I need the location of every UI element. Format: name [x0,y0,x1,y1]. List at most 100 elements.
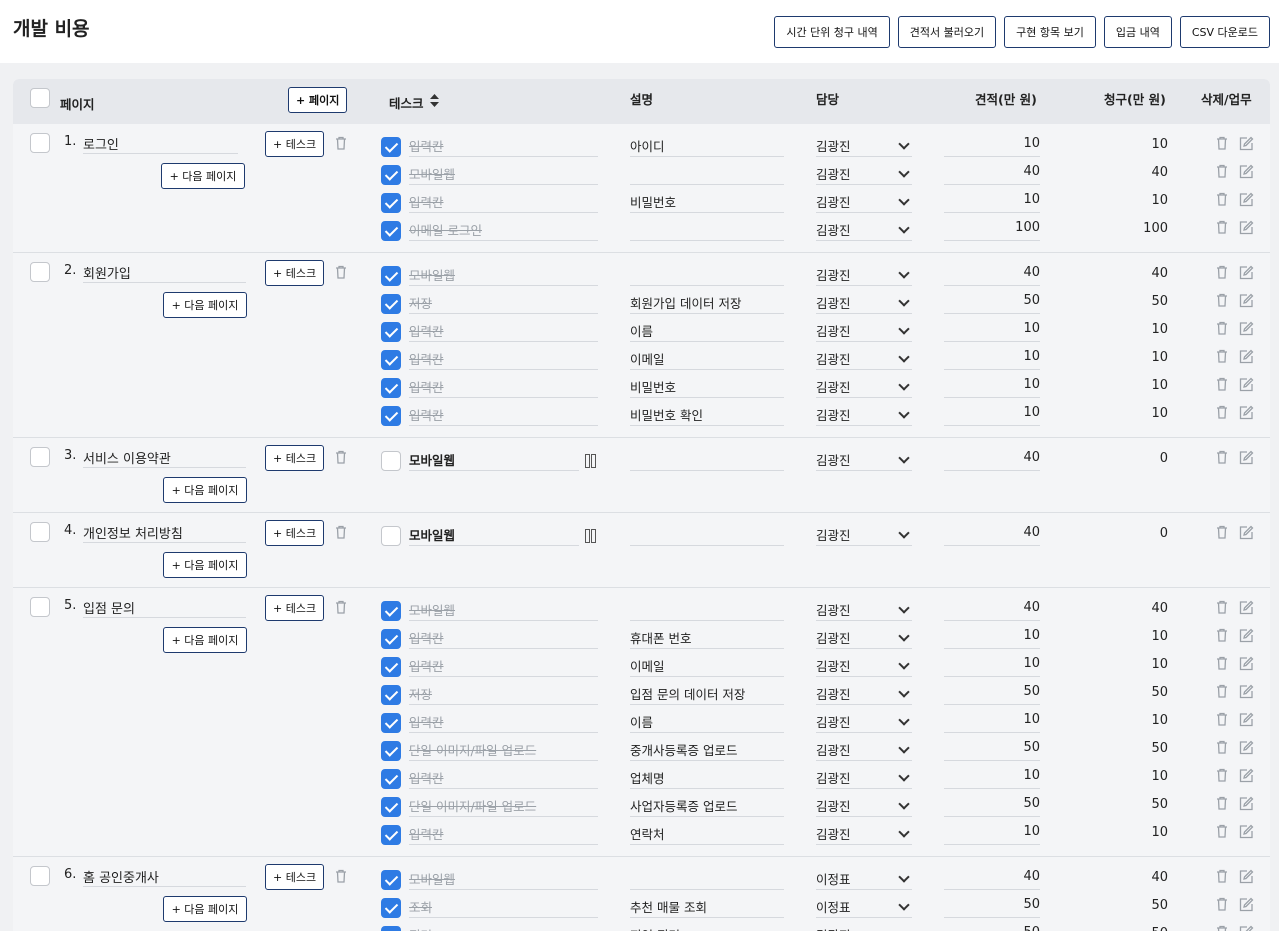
edit-task-icon[interactable] [1238,600,1254,616]
assignee-select[interactable]: 김광진 [816,346,912,370]
page-checkbox[interactable] [30,133,50,153]
add-task-button[interactable]: + 테스크 [265,445,325,471]
delete-task-icon[interactable] [1216,600,1232,616]
delete-task-icon[interactable] [1216,192,1232,208]
estimate-input[interactable]: 40 [944,522,1040,546]
estimate-input[interactable]: 40 [944,597,1040,621]
view-implementation-button[interactable]: 구현 항목 보기 [1004,15,1096,48]
description-input[interactable]: 이메일 [630,653,784,677]
delete-page-icon[interactable] [335,600,346,614]
add-task-button[interactable]: + 테스크 [265,260,325,286]
assignee-select[interactable]: 김광진 [816,374,912,398]
task-name-input[interactable]: 입력칸 [409,374,598,398]
delete-task-icon[interactable] [1216,768,1232,784]
page-name-input[interactable]: 서비스 이용약관 [83,446,246,468]
edit-task-icon[interactable] [1238,824,1254,840]
add-next-page-button[interactable]: + 다음 페이지 [163,552,247,578]
assignee-select[interactable]: 김광진 [816,793,912,817]
add-next-page-button[interactable]: + 다음 페이지 [163,292,247,318]
task-checkbox[interactable] [381,221,401,241]
task-name-input[interactable]: 입력칸 [409,821,598,845]
description-input[interactable]: 회원가입 데이터 저장 [630,290,784,314]
assignee-select[interactable]: 이정표 [816,866,912,890]
task-checkbox[interactable] [381,825,401,845]
add-next-page-button[interactable]: + 다음 페이지 [161,163,245,189]
edit-task-icon[interactable] [1238,164,1254,180]
edit-task-icon[interactable] [1238,450,1254,466]
hourly-billing-button[interactable]: 시간 단위 청구 내역 [774,15,890,48]
task-name-input[interactable]: 입력칸 [409,653,598,677]
task-checkbox[interactable] [381,266,401,286]
add-task-button[interactable]: + 테스크 [265,520,325,546]
task-checkbox[interactable] [381,741,401,761]
delete-task-icon[interactable] [1216,220,1232,236]
assignee-select[interactable]: 김광진 [816,737,912,761]
description-input[interactable]: 사업자등록증 업로드 [630,793,784,817]
edit-task-icon[interactable] [1238,796,1254,812]
task-name-input[interactable]: 모바일웹 [409,522,579,546]
task-checkbox[interactable] [381,451,401,471]
assignee-select[interactable]: 김광진 [816,402,912,426]
add-page-button[interactable]: + 페이지 [288,87,348,113]
delete-task-icon[interactable] [1216,136,1232,152]
estimate-input[interactable]: 40 [944,866,1040,890]
edit-task-icon[interactable] [1238,293,1254,309]
estimate-input[interactable]: 10 [944,346,1040,370]
task-name-input[interactable]: 입력칸 [409,765,598,789]
task-checkbox[interactable] [381,526,401,546]
task-name-input[interactable]: 조회 [409,894,598,918]
assignee-select[interactable]: 김광진 [816,709,912,733]
assignee-select[interactable]: 김광진 [816,133,912,157]
task-name-input[interactable]: 모바일웹 [409,161,598,185]
assignee-select[interactable]: 김광진 [816,625,912,649]
add-task-button[interactable]: + 테스크 [265,595,325,621]
edit-task-icon[interactable] [1238,628,1254,644]
description-input[interactable]: 추천 매물 조회 [630,894,784,918]
task-name-input[interactable]: 모바일웹 [409,597,598,621]
task-checkbox[interactable] [381,657,401,677]
edit-task-icon[interactable] [1238,265,1254,281]
task-name-input[interactable]: 필터 [409,922,598,931]
delete-task-icon[interactable] [1216,656,1232,672]
delete-task-icon[interactable] [1216,349,1232,365]
description-input[interactable]: 업체명 [630,765,784,789]
task-name-input[interactable]: 입력칸 [409,346,598,370]
edit-task-icon[interactable] [1238,405,1254,421]
task-checkbox[interactable] [381,713,401,733]
edit-task-icon[interactable] [1238,684,1254,700]
delete-task-icon[interactable] [1216,525,1232,541]
task-checkbox[interactable] [381,137,401,157]
task-checkbox[interactable] [381,294,401,314]
assignee-select[interactable]: 김광진 [816,681,912,705]
estimate-input[interactable]: 10 [944,133,1040,157]
task-name-input[interactable]: 입력칸 [409,625,598,649]
assignee-select[interactable]: 김광진 [816,821,912,845]
description-input[interactable]: 이메일 [630,346,784,370]
assignee-select[interactable]: 김광진 [816,597,912,621]
edit-task-icon[interactable] [1238,925,1254,931]
description-input[interactable]: 지역 필터 [630,922,784,931]
task-checkbox[interactable] [381,322,401,342]
assignee-select[interactable]: 김광진 [816,290,912,314]
delete-page-icon[interactable] [335,450,346,464]
task-checkbox[interactable] [381,193,401,213]
description-input[interactable] [630,262,784,286]
delete-task-icon[interactable] [1216,377,1232,393]
estimate-input[interactable]: 40 [944,161,1040,185]
description-input[interactable] [630,597,784,621]
description-input[interactable]: 아이디 [630,133,784,157]
edit-task-icon[interactable] [1238,740,1254,756]
pause-icon[interactable] [585,529,596,543]
page-name-input[interactable]: 회원가입 [83,261,246,283]
add-next-page-button[interactable]: + 다음 페이지 [163,896,247,922]
delete-task-icon[interactable] [1216,740,1232,756]
page-checkbox[interactable] [30,866,50,886]
task-name-input[interactable]: 모바일웹 [409,447,579,471]
delete-task-icon[interactable] [1216,164,1232,180]
estimate-input[interactable]: 50 [944,737,1040,761]
estimate-input[interactable]: 40 [944,447,1040,471]
estimate-input[interactable]: 50 [944,793,1040,817]
estimate-input[interactable]: 10 [944,189,1040,213]
page-checkbox[interactable] [30,447,50,467]
estimate-input[interactable]: 50 [944,894,1040,918]
